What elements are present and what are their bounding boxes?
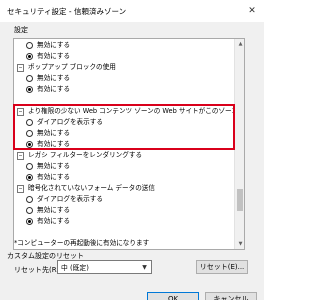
list-heading: ポップアップ ブロックの使用 — [17, 62, 116, 73]
option-label: 有効にする — [37, 173, 71, 181]
setting-page-icon — [17, 184, 24, 193]
highlight-annotation — [13, 104, 235, 150]
title-bar: セキュリティ設定 - 信頼済みゾーン ✕ — [0, 0, 264, 22]
heading-label: 暗号化されていないフォーム データの送信 — [28, 184, 155, 192]
option-label: 有効にする — [37, 217, 71, 225]
vertical-scrollbar[interactable]: ▲ ▼ — [234, 39, 244, 249]
list-item[interactable]: 有効にする — [26, 216, 70, 227]
list-item[interactable]: ダイアログを表示する — [26, 194, 103, 205]
list-heading: レガシ フィルターをレンダリングする — [17, 150, 142, 161]
radio-button[interactable] — [26, 207, 33, 214]
reset-to-label: リセット先(R): — [14, 266, 62, 274]
chevron-down-icon: ▼ — [142, 264, 147, 271]
setting-page-icon — [17, 63, 24, 72]
radio-button-selected[interactable] — [26, 53, 33, 60]
list-item[interactable]: 無効にする — [26, 161, 70, 172]
close-icon[interactable]: ✕ — [243, 3, 261, 19]
option-label: 有効にする — [37, 85, 71, 93]
option-label: 無効にする — [37, 74, 71, 82]
setting-page-icon — [17, 151, 24, 160]
window-title: セキュリティ設定 - 信頼済みゾーン — [7, 7, 127, 16]
radio-button-selected[interactable] — [26, 218, 33, 225]
option-label: 無効にする — [37, 206, 71, 214]
radio-button-selected[interactable] — [26, 174, 33, 181]
list-item[interactable]: 無効にする — [26, 73, 70, 84]
list-item[interactable]: 有効にする — [26, 172, 70, 183]
cancel-button[interactable]: キャンセル — [205, 292, 257, 300]
option-label: 有効にする — [37, 52, 71, 60]
radio-button[interactable] — [26, 196, 33, 203]
dropdown-selected-value: 中 (既定) — [61, 264, 89, 272]
scroll-up-arrow-icon[interactable]: ▲ — [235, 39, 244, 49]
radio-button[interactable] — [26, 163, 33, 170]
scroll-down-arrow-icon[interactable]: ▼ — [235, 239, 244, 249]
option-label: ダイアログを表示する — [37, 195, 103, 203]
heading-label: ポップアップ ブロックの使用 — [28, 63, 116, 71]
radio-button-selected[interactable] — [26, 86, 33, 93]
list-item[interactable]: 有効にする — [26, 84, 70, 95]
radio-button[interactable] — [26, 42, 33, 49]
ok-button[interactable]: OK — [147, 292, 199, 300]
reset-level-dropdown[interactable]: 中 (既定) ▼ — [57, 260, 152, 274]
scrollbar-thumb[interactable] — [237, 189, 243, 211]
list-item[interactable]: 無効にする — [26, 40, 70, 51]
settings-label: 設定 — [14, 26, 28, 34]
option-label: 無効にする — [37, 41, 71, 49]
restart-note: *コンピューターの再起動後に有効になります — [14, 239, 150, 247]
dialog-body: 設定 無効にする 有効にする ポップアップ ブロックの使用 無効にする 有効にす… — [0, 22, 264, 300]
list-item[interactable]: 無効にする — [26, 205, 70, 216]
list-heading: 暗号化されていないフォーム データの送信 — [17, 183, 155, 194]
radio-button[interactable] — [26, 75, 33, 82]
option-label: 無効にする — [37, 162, 71, 170]
reset-button[interactable]: リセット(E)... — [196, 260, 248, 274]
heading-label: レガシ フィルターをレンダリングする — [28, 151, 143, 159]
list-item[interactable]: 有効にする — [26, 51, 70, 62]
